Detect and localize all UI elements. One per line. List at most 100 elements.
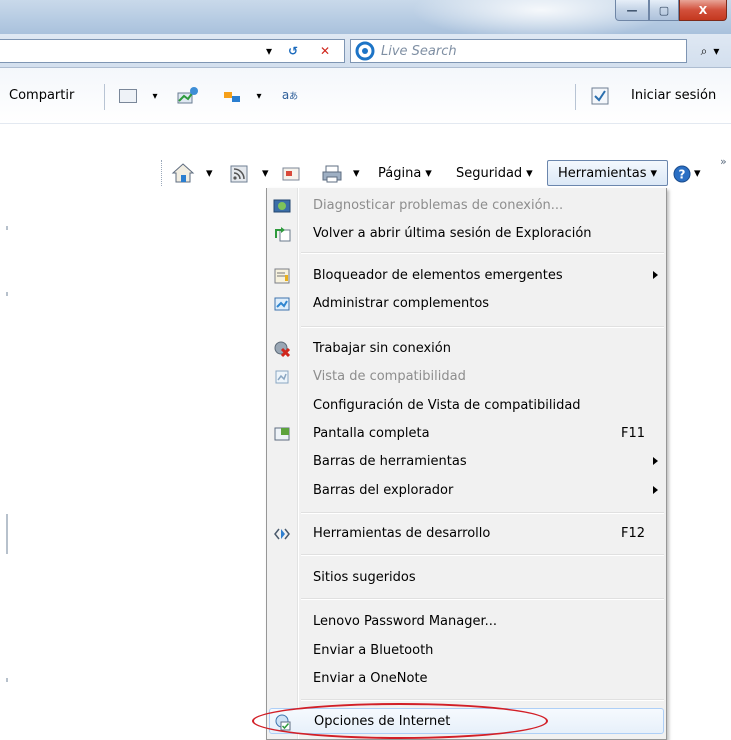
feeds-dropdown-icon[interactable]: ▾ bbox=[262, 162, 269, 184]
search-icon[interactable]: ⌕ bbox=[701, 44, 708, 59]
toolbar-separator bbox=[575, 84, 576, 110]
share-button[interactable]: Compartir bbox=[9, 88, 74, 103]
home-icon[interactable] bbox=[171, 162, 195, 184]
addons-icon bbox=[274, 297, 290, 311]
menu-item-full-screen[interactable]: Pantalla completa F11 bbox=[269, 421, 664, 447]
connect-icon[interactable] bbox=[176, 85, 200, 107]
menu-separator bbox=[301, 512, 664, 514]
menu-item-shortcut: F11 bbox=[621, 426, 646, 441]
menu-item-lenovo-password-manager[interactable]: Lenovo Password Manager... bbox=[269, 609, 664, 635]
network-diagnose-icon bbox=[273, 199, 291, 213]
menu-item-label: Administrar complementos bbox=[313, 296, 490, 311]
menu-item-label: Sitios sugeridos bbox=[313, 570, 416, 585]
highlighter-icon[interactable] bbox=[222, 88, 244, 106]
compat-view-icon bbox=[275, 370, 289, 384]
menu-item-reopen-session[interactable]: Volver a abrir última sesión de Explorac… bbox=[269, 221, 664, 247]
menu-item-label: Trabajar sin conexión bbox=[313, 341, 451, 356]
menu-item-label: Enviar a OneNote bbox=[313, 671, 428, 686]
menu-item-diagnose-connection[interactable]: Diagnosticar problemas de conexión... bbox=[269, 193, 664, 219]
tools-dropdown-icon: ▾ bbox=[650, 165, 658, 181]
command-bar-grip bbox=[161, 160, 162, 186]
menu-item-send-to-onenote[interactable]: Enviar a OneNote bbox=[269, 666, 664, 692]
popup-blocker-icon bbox=[274, 268, 290, 284]
mail-icon[interactable] bbox=[281, 166, 301, 182]
menu-item-label: Enviar a Bluetooth bbox=[313, 643, 434, 658]
close-button[interactable]: X bbox=[679, 0, 727, 21]
fullscreen-icon bbox=[274, 427, 290, 441]
page-menu-button[interactable]: Página ▾ bbox=[378, 162, 432, 184]
submenu-arrow-icon bbox=[653, 457, 658, 465]
window-titlebar: — ▢ X bbox=[0, 0, 731, 40]
search-placeholder: Live Search bbox=[381, 43, 457, 59]
menu-item-popup-blocker[interactable]: Bloqueador de elementos emergentes bbox=[269, 263, 664, 289]
menu-item-label: Pantalla completa bbox=[313, 426, 430, 441]
offline-icon bbox=[274, 341, 291, 358]
menu-separator bbox=[301, 554, 664, 556]
menu-separator bbox=[301, 252, 664, 254]
menu-item-send-to-bluetooth[interactable]: Enviar a Bluetooth bbox=[269, 638, 664, 664]
address-dropdown-button[interactable]: ▾ bbox=[262, 42, 276, 60]
tools-menu-label: Herramientas bbox=[557, 165, 647, 181]
window-controls: — ▢ X bbox=[615, 0, 727, 22]
help-icon[interactable]: ? bbox=[672, 164, 692, 184]
favorites-bar: Compartir ▾ ▾ aあ Iniciar sesión bbox=[0, 68, 731, 124]
menu-item-label: Volver a abrir última sesión de Explorac… bbox=[313, 226, 592, 241]
maximize-button[interactable]: ▢ bbox=[649, 0, 679, 21]
command-bar: ▾ ▾ ▾ Página ▾ Seguridad ▾ Herramientas … bbox=[0, 124, 731, 194]
security-dropdown-icon: ▾ bbox=[526, 165, 533, 181]
window-icon[interactable] bbox=[119, 89, 137, 103]
security-menu-button[interactable]: Seguridad ▾ bbox=[456, 162, 533, 184]
submenu-arrow-icon bbox=[653, 271, 658, 279]
tools-menu-button[interactable]: Herramientas ▾ bbox=[547, 160, 668, 186]
page-menu-label: Página bbox=[378, 165, 422, 181]
menu-item-label: Barras de herramientas bbox=[313, 454, 467, 469]
print-dropdown-icon[interactable]: ▾ bbox=[353, 162, 360, 184]
menu-item-label: Configuración de Vista de compatibilidad bbox=[313, 398, 581, 413]
svg-text:?: ? bbox=[679, 168, 686, 182]
page-dropdown-icon: ▾ bbox=[425, 165, 432, 181]
search-go[interactable]: ⌕ ▾ bbox=[690, 42, 730, 60]
address-row: ▾ ↺ ✕ Live Search ⌕ ▾ bbox=[0, 34, 731, 68]
window-dropdown-icon[interactable]: ▾ bbox=[150, 89, 160, 103]
print-icon[interactable] bbox=[321, 164, 343, 184]
sign-in-button[interactable]: Iniciar sesión bbox=[631, 88, 716, 103]
menu-item-compatibility-view[interactable]: Vista de compatibilidad bbox=[269, 364, 664, 390]
menu-item-label: Herramientas de desarrollo bbox=[313, 526, 491, 541]
home-dropdown-icon[interactable]: ▾ bbox=[206, 162, 213, 184]
minimize-button[interactable]: — bbox=[615, 0, 649, 21]
menu-item-explorer-bars[interactable]: Barras del explorador bbox=[269, 478, 664, 504]
menu-item-label: Lenovo Password Manager... bbox=[313, 614, 498, 629]
menu-item-shortcut: F12 bbox=[621, 526, 646, 541]
menu-item-label: Bloqueador de elementos emergentes bbox=[313, 268, 563, 283]
live-search-logo-icon bbox=[355, 41, 375, 61]
refresh-icon[interactable]: ↺ bbox=[284, 42, 302, 60]
menu-item-label: Vista de compatibilidad bbox=[313, 369, 466, 384]
menu-item-manage-addons[interactable]: Administrar complementos bbox=[269, 291, 664, 317]
translate-icon[interactable]: aあ bbox=[278, 85, 302, 105]
menu-item-developer-tools[interactable]: Herramientas de desarrollo F12 bbox=[269, 521, 664, 547]
menu-item-label: Diagnosticar problemas de conexión... bbox=[313, 198, 564, 213]
search-options-dropdown-icon[interactable]: ▾ bbox=[713, 44, 719, 58]
search-input[interactable]: Live Search bbox=[350, 39, 687, 63]
stop-icon[interactable]: ✕ bbox=[317, 42, 333, 60]
page-content-edge bbox=[0, 194, 20, 740]
highlighter-dropdown-icon[interactable]: ▾ bbox=[254, 89, 264, 103]
command-bar-overflow-icon[interactable]: » bbox=[720, 150, 727, 172]
reopen-session-icon bbox=[275, 227, 291, 242]
help-dropdown-icon[interactable]: ▾ bbox=[694, 162, 701, 184]
menu-item-label: Barras del explorador bbox=[313, 483, 454, 498]
menu-item-internet-options[interactable]: Opciones de Internet bbox=[269, 708, 664, 734]
menu-item-suggested-sites[interactable]: Sitios sugeridos bbox=[269, 565, 664, 591]
menu-item-work-offline[interactable]: Trabajar sin conexión bbox=[269, 336, 664, 362]
internet-options-icon bbox=[275, 714, 291, 731]
tools-menu: Diagnosticar problemas de conexión... Vo… bbox=[266, 188, 667, 740]
menu-item-toolbars[interactable]: Barras de herramientas bbox=[269, 449, 664, 475]
menu-separator bbox=[301, 598, 664, 600]
menu-item-compatibility-view-settings[interactable]: Configuración de Vista de compatibilidad bbox=[269, 393, 664, 419]
toolbar-separator bbox=[104, 84, 105, 110]
developer-tools-icon bbox=[274, 528, 290, 540]
menu-separator bbox=[301, 326, 664, 328]
sign-in-checkbox-icon[interactable] bbox=[590, 86, 610, 106]
feeds-icon[interactable] bbox=[229, 164, 249, 184]
menu-separator bbox=[301, 699, 664, 701]
